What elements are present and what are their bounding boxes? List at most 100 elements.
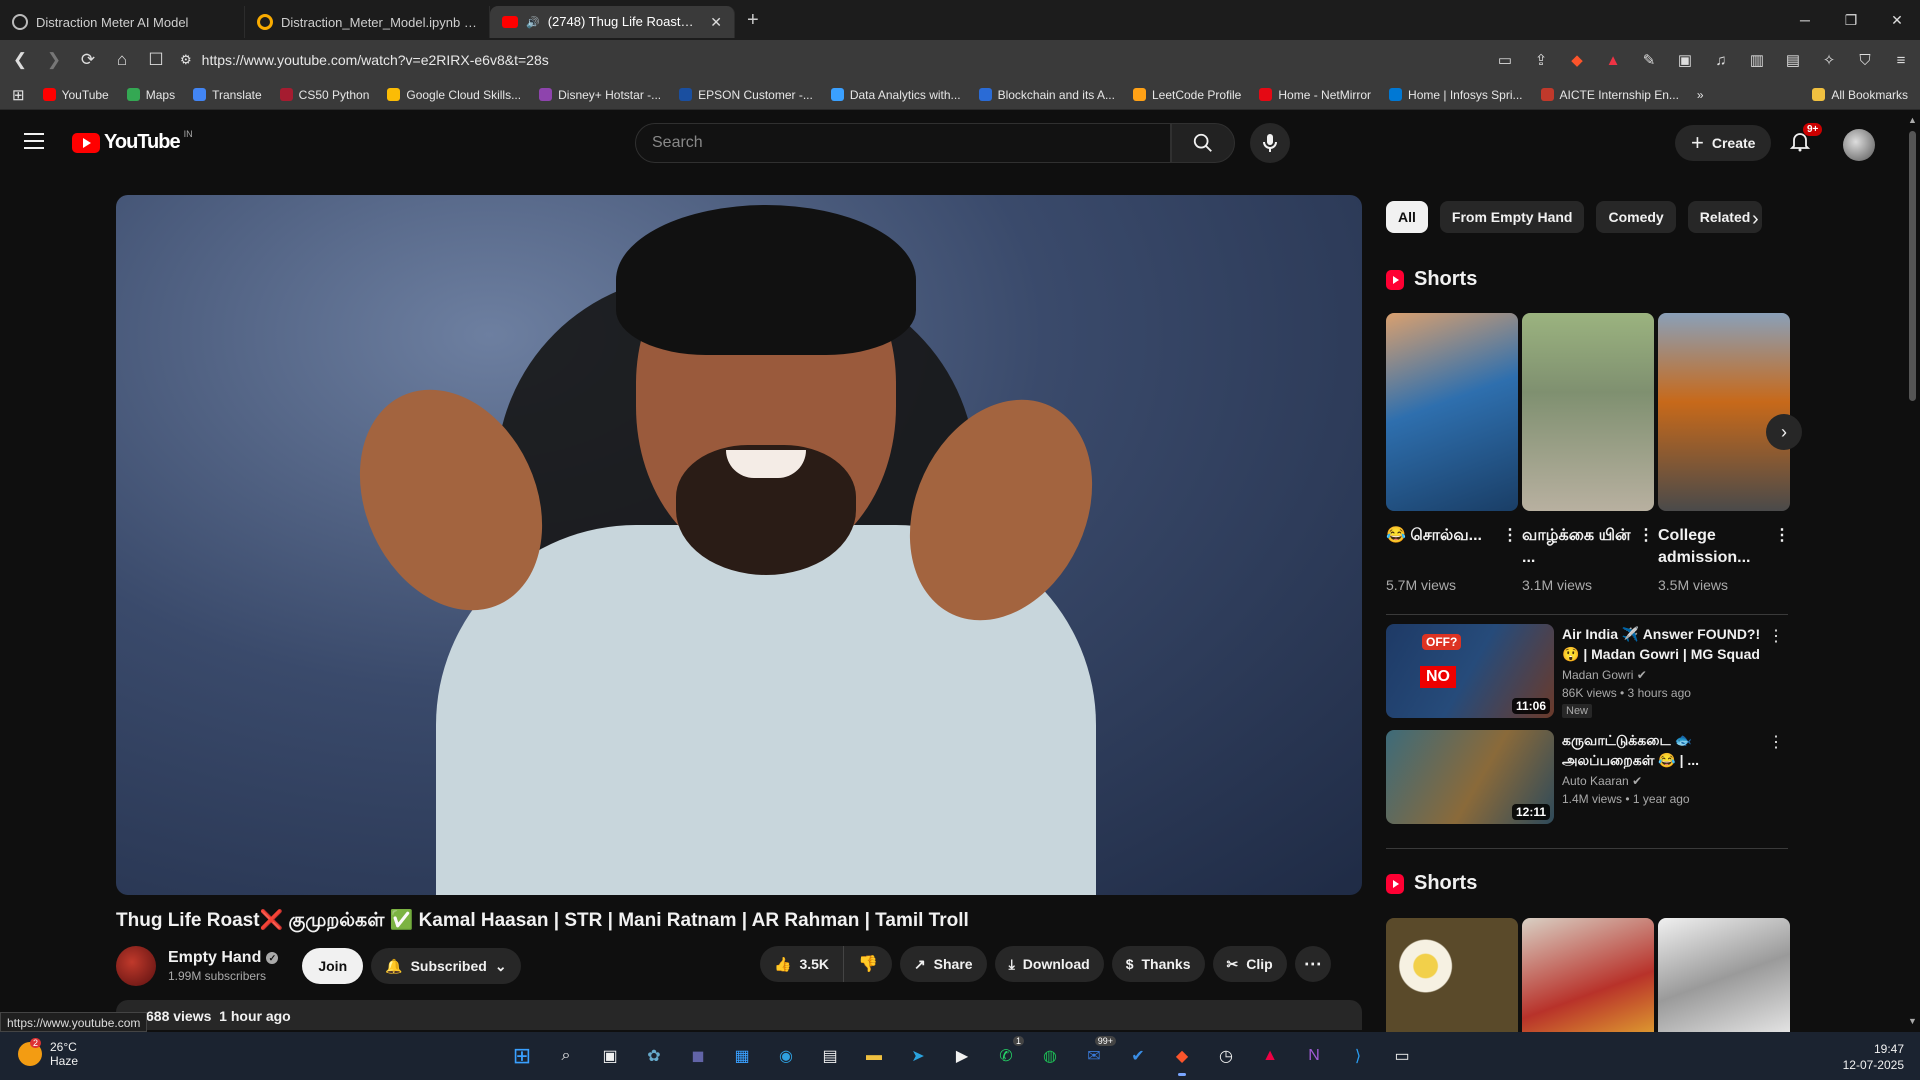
- system-clock[interactable]: 19:47 12-07-2025: [1843, 1041, 1904, 1073]
- more-vert-icon[interactable]: ⋮: [1770, 525, 1790, 569]
- bookmark-item[interactable]: YouTube: [42, 88, 109, 102]
- bookmark-item[interactable]: Maps: [126, 88, 175, 102]
- youtube-logo[interactable]: YouTube IN: [72, 129, 193, 154]
- share-icon[interactable]: ⇪: [1532, 51, 1550, 69]
- clock-app-icon[interactable]: ◷: [1210, 1040, 1242, 1072]
- more-vert-icon[interactable]: ⋮: [1634, 525, 1654, 569]
- chip-all[interactable]: All: [1386, 201, 1428, 233]
- media-icon[interactable]: ♫: [1712, 51, 1730, 69]
- short-thumbnail[interactable]: [1658, 918, 1790, 1038]
- more-vert-icon[interactable]: ⋮: [1768, 732, 1784, 752]
- bookmark-item[interactable]: Home | Infosys Spri...: [1389, 88, 1523, 102]
- channel-name[interactable]: Empty Hand: [168, 949, 261, 967]
- vscode-icon[interactable]: ⟩: [1342, 1040, 1374, 1072]
- audio-playing-icon[interactable]: 🔊: [526, 16, 540, 29]
- bookmark-item[interactable]: AICTE Internship En...: [1540, 88, 1679, 102]
- bookmark-item[interactable]: Blockchain and its A...: [978, 88, 1115, 102]
- short-thumbnail[interactable]: [1658, 313, 1790, 511]
- short-card[interactable]: 😂 சொல்வ... ⋮ 5.7M views: [1386, 313, 1518, 593]
- brave-rewards-icon[interactable]: ▲: [1604, 51, 1622, 69]
- onenote-icon[interactable]: N: [1298, 1040, 1330, 1072]
- mail-icon[interactable]: ✉ 99+: [1078, 1036, 1116, 1072]
- short-card[interactable]: College admission... ⋮ 3.5M views: [1658, 313, 1790, 593]
- scroll-up-icon[interactable]: ▲: [1908, 115, 1917, 125]
- bookmark-item[interactable]: CS50 Python: [279, 88, 369, 102]
- more-vert-icon[interactable]: ⋮: [1498, 525, 1518, 569]
- close-window-icon[interactable]: ✕: [1874, 0, 1920, 40]
- new-tab-button[interactable]: +: [735, 9, 771, 32]
- teams-icon[interactable]: ◼: [682, 1040, 714, 1072]
- account-avatar[interactable]: [1843, 129, 1875, 161]
- leo-ai-icon[interactable]: ✧: [1820, 51, 1838, 69]
- forward-icon[interactable]: ❯: [44, 50, 64, 70]
- chip-from-channel[interactable]: From Empty Hand: [1439, 201, 1585, 233]
- media-player-icon[interactable]: ▶: [946, 1040, 978, 1072]
- clip-button[interactable]: ✂ Clip: [1212, 946, 1287, 982]
- task-view-icon[interactable]: ▣: [594, 1040, 626, 1072]
- like-button[interactable]: 👍 3.5K: [760, 946, 845, 982]
- todo-icon[interactable]: ✔: [1122, 1040, 1154, 1072]
- share-button[interactable]: ↗ Share: [899, 946, 987, 982]
- video-thumbnail[interactable]: OFF? NO 11:06: [1386, 624, 1554, 718]
- voice-search-button[interactable]: [1250, 123, 1290, 163]
- search-button[interactable]: [1171, 123, 1235, 163]
- subscribed-button[interactable]: 🔔 Subscribed ⌄: [371, 948, 521, 984]
- chip-comedy[interactable]: Comedy: [1596, 201, 1676, 233]
- more-actions-button[interactable]: ⋯: [1294, 946, 1331, 982]
- video-title-link[interactable]: கருவாட்டுக்கடை 🐟 அலப்பறைகள் 😂 | ...: [1562, 730, 1788, 770]
- whatsapp-icon[interactable]: ✆ 1: [990, 1036, 1024, 1072]
- copilot-icon[interactable]: ✿: [638, 1040, 670, 1072]
- page-scrollbar[interactable]: ▲ ▼: [1905, 111, 1920, 1030]
- short-title[interactable]: 😂 சொல்வ...: [1386, 525, 1482, 569]
- video-player[interactable]: [116, 195, 1362, 895]
- cast-icon[interactable]: ▭: [1496, 51, 1514, 69]
- vpn-icon[interactable]: ⛉: [1856, 51, 1874, 69]
- url-field[interactable]: ⚙ https://www.youtube.com/watch?v=e2RIRX…: [180, 45, 1480, 75]
- site-info-icon[interactable]: ⚙: [180, 52, 192, 68]
- brave-browser-icon[interactable]: ◆: [1166, 1040, 1198, 1076]
- home-icon[interactable]: ⌂: [112, 50, 132, 70]
- search-icon[interactable]: ⌕: [550, 1040, 582, 1072]
- short-thumbnail[interactable]: [1386, 313, 1518, 511]
- app-a-icon[interactable]: ▲: [1254, 1040, 1286, 1072]
- minimize-icon[interactable]: ─: [1782, 0, 1828, 40]
- close-tab-icon[interactable]: ✕: [710, 14, 722, 31]
- scrollbar-thumb[interactable]: [1909, 131, 1916, 401]
- short-title[interactable]: College admission...: [1658, 525, 1770, 569]
- microsoft-store-icon[interactable]: ▤: [814, 1040, 846, 1072]
- short-title[interactable]: வாழ்க்கை யின் ...: [1522, 525, 1634, 569]
- shorts-next-button[interactable]: ›: [1766, 414, 1802, 450]
- related-video[interactable]: 12:11 கருவாட்டுக்கடை 🐟 அலப்பறைகள் 😂 | ..…: [1386, 730, 1788, 824]
- search-input[interactable]: Search: [635, 123, 1171, 163]
- bookmark-item[interactable]: Data Analytics with...: [830, 88, 961, 102]
- scroll-down-icon[interactable]: ▼: [1908, 1016, 1917, 1026]
- short-thumbnail[interactable]: [1386, 918, 1518, 1038]
- screenshot-icon[interactable]: ▣: [1676, 51, 1694, 69]
- thanks-button[interactable]: $ Thanks: [1111, 946, 1205, 982]
- weather-widget[interactable]: 2 26°C Haze: [18, 1038, 78, 1068]
- bookmark-item[interactable]: LeetCode Profile: [1132, 88, 1241, 102]
- bookmark-icon[interactable]: ☐: [146, 50, 166, 70]
- short-thumbnail[interactable]: [1522, 918, 1654, 1038]
- video-channel[interactable]: Madan Gowri: [1562, 668, 1633, 682]
- spotify-icon[interactable]: ◍: [1034, 1040, 1066, 1072]
- bookmark-item[interactable]: Translate: [193, 88, 262, 102]
- edge-icon[interactable]: ◉: [770, 1040, 802, 1072]
- video-thumbnail[interactable]: 12:11: [1386, 730, 1554, 824]
- channel-avatar[interactable]: [116, 946, 156, 986]
- back-icon[interactable]: ❮: [10, 50, 30, 70]
- dislike-button[interactable]: 👎: [844, 946, 892, 982]
- browser-tab-active[interactable]: 🔊 (2748) Thug Life Roast❌ குறு ✕: [490, 6, 735, 38]
- browser-tab[interactable]: Distraction Meter AI Model: [0, 6, 245, 38]
- store-window-icon[interactable]: ▦: [726, 1040, 758, 1072]
- bookmark-item[interactable]: Home - NetMirror: [1259, 88, 1371, 102]
- bookmark-item[interactable]: Disney+ Hotstar -...: [539, 88, 661, 102]
- all-bookmarks-button[interactable]: All Bookmarks: [1812, 88, 1908, 102]
- menu-icon[interactable]: ≡: [1892, 51, 1910, 69]
- sidebar-icon[interactable]: ▥: [1748, 51, 1766, 69]
- guide-menu-icon[interactable]: [24, 133, 44, 149]
- short-card[interactable]: வாழ்க்கை யின் ... ⋮ 3.1M views: [1522, 313, 1654, 593]
- description-box[interactable]: 688 views 1 hour ago: [116, 1000, 1362, 1030]
- restore-icon[interactable]: ❐: [1828, 0, 1874, 40]
- browser-tab[interactable]: Distraction_Meter_Model.ipynb - Col: [245, 6, 490, 38]
